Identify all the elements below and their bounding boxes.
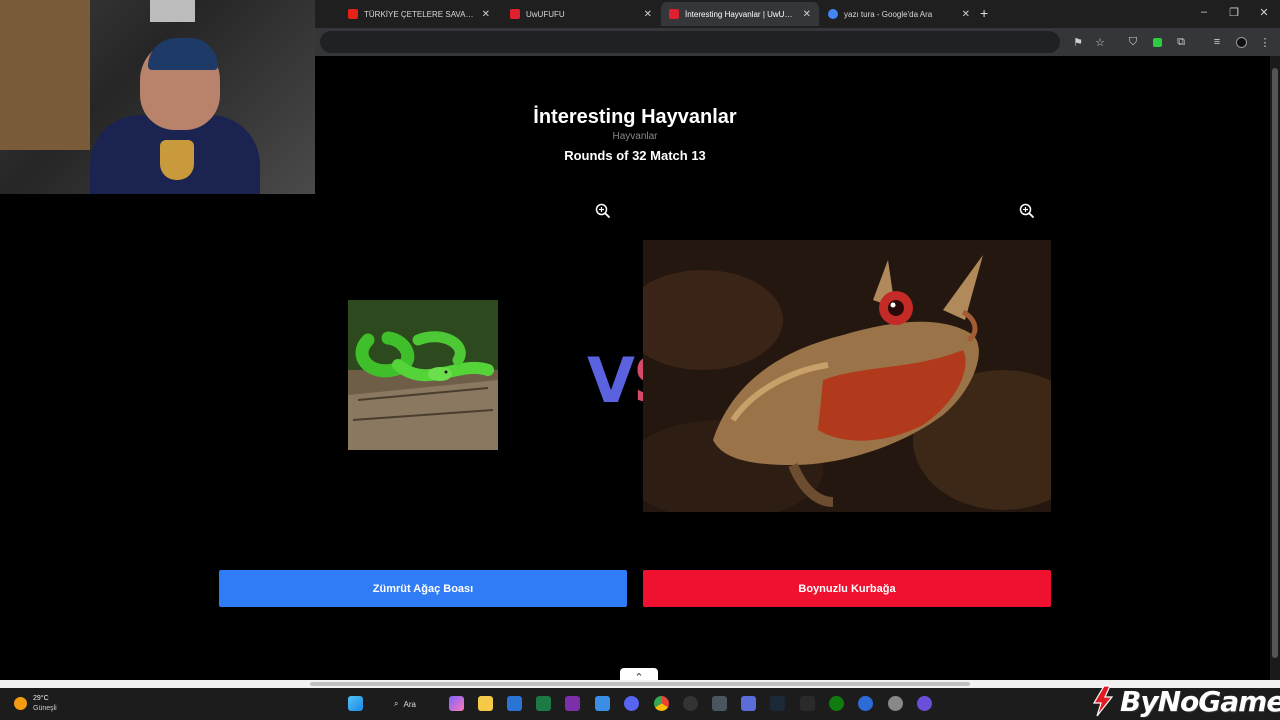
zoom-in-icon[interactable] bbox=[595, 203, 611, 219]
close-icon[interactable]: ✕ bbox=[1254, 6, 1274, 19]
extensions-puzzle-icon[interactable]: ⧉ bbox=[1174, 35, 1188, 49]
notepad-icon[interactable] bbox=[595, 696, 610, 711]
vertical-scrollbar[interactable] bbox=[1270, 56, 1280, 680]
tab-title: İnteresting Hayvanlar | UwUFUFU bbox=[685, 9, 797, 19]
browser-tab[interactable]: yazı tura - Google'da Ara ✕ bbox=[820, 2, 978, 26]
tab-close-icon[interactable]: ✕ bbox=[803, 9, 811, 20]
tab-title: TÜRKİYE ÇETELERE SAVAŞ AÇTI bbox=[364, 9, 476, 19]
media-control-icon[interactable]: ≡ bbox=[1210, 35, 1224, 49]
scrollbar-thumb[interactable] bbox=[310, 682, 970, 686]
translate-icon[interactable]: ⚑ bbox=[1071, 35, 1085, 49]
plus-icon[interactable]: + bbox=[980, 5, 988, 21]
zoom-in-icon[interactable] bbox=[1019, 203, 1035, 219]
bookmark-star-icon[interactable]: ☆ bbox=[1093, 35, 1107, 49]
tab-title: UwUFUFU bbox=[526, 9, 565, 19]
right-option-image[interactable] bbox=[643, 240, 1051, 512]
snake-image bbox=[348, 300, 498, 450]
sun-icon[interactable] bbox=[14, 697, 27, 710]
snipping-tool-icon[interactable] bbox=[741, 696, 756, 711]
shield-icon[interactable]: ⛉ bbox=[1126, 35, 1140, 49]
vs-v: V bbox=[587, 344, 635, 417]
browser-tab[interactable]: UwUFUFU ✕ bbox=[502, 2, 660, 26]
webcam-person-cap bbox=[148, 38, 218, 70]
screen: TÜRKİYE ÇETELERE SAVAŞ AÇTI ✕ UwUFUFU ✕ … bbox=[0, 0, 1280, 720]
tab-title: yazı tura - Google'da Ara bbox=[844, 9, 933, 19]
frog-image bbox=[643, 240, 1051, 512]
browser-tab[interactable]: TÜRKİYE ÇETELERE SAVAŞ AÇTI ✕ bbox=[340, 2, 498, 26]
restore-icon[interactable]: ❐ bbox=[1224, 6, 1244, 19]
windows-start-icon[interactable] bbox=[348, 696, 363, 711]
tab-close-icon[interactable]: ✕ bbox=[644, 9, 652, 20]
horizontal-scrollbar[interactable] bbox=[0, 680, 1280, 688]
address-bar[interactable] bbox=[320, 31, 1060, 53]
excel-icon[interactable] bbox=[536, 696, 551, 711]
google-favicon-icon bbox=[828, 9, 838, 19]
webcam-poster bbox=[150, 0, 195, 22]
app-icon[interactable] bbox=[888, 696, 903, 711]
calculator-icon[interactable] bbox=[712, 696, 727, 711]
windows-taskbar: 29°C Güneşli ⌕ Ara bbox=[0, 688, 1280, 720]
uwufufu-favicon-icon bbox=[510, 9, 520, 19]
choose-left-button[interactable]: Zümrüt Ağaç Boası bbox=[219, 570, 627, 607]
search-label: Ara bbox=[403, 699, 416, 709]
webcam-overlay bbox=[0, 0, 315, 194]
brand-logo-icon bbox=[1092, 685, 1114, 717]
search-icon: ⌕ bbox=[394, 699, 399, 708]
copilot-icon[interactable] bbox=[449, 696, 464, 711]
weather-description: Güneşli bbox=[33, 705, 57, 712]
choose-right-button[interactable]: Boynuzlu Kurbağa bbox=[643, 570, 1051, 607]
more-menu-icon[interactable]: ⋮ bbox=[1258, 35, 1272, 49]
cortana-icon[interactable] bbox=[917, 696, 932, 711]
left-option-image[interactable] bbox=[348, 300, 498, 450]
ea-app-icon[interactable] bbox=[858, 696, 873, 711]
extension-green-icon[interactable] bbox=[1150, 35, 1164, 49]
webcam-shirt-crest bbox=[160, 140, 194, 180]
steam-icon[interactable] bbox=[770, 696, 785, 711]
weather-temperature: 29°C bbox=[33, 695, 49, 702]
epic-games-icon[interactable] bbox=[800, 696, 815, 711]
discord-icon[interactable] bbox=[624, 696, 639, 711]
store-icon[interactable] bbox=[507, 696, 522, 711]
taskbar-search[interactable]: ⌕ Ara bbox=[384, 695, 436, 713]
webcam-background bbox=[0, 0, 90, 150]
youtube-favicon-icon bbox=[348, 9, 358, 19]
profile-avatar-icon[interactable] bbox=[1234, 35, 1248, 49]
chrome-icon[interactable] bbox=[654, 696, 669, 711]
browser-tab-active[interactable]: İnteresting Hayvanlar | UwUFUFU ✕ bbox=[661, 2, 819, 26]
tab-close-icon[interactable]: ✕ bbox=[482, 9, 490, 20]
xbox-icon[interactable] bbox=[829, 696, 844, 711]
brand-name: ByNoGame bbox=[1120, 684, 1280, 718]
onenote-icon[interactable] bbox=[565, 696, 580, 711]
obs-icon[interactable] bbox=[683, 696, 698, 711]
minimize-icon[interactable]: – bbox=[1194, 6, 1214, 18]
brand-watermark: ByNoGame bbox=[1090, 682, 1280, 720]
scrollbar-thumb[interactable] bbox=[1272, 68, 1278, 658]
uwufufu-favicon-icon bbox=[669, 9, 679, 19]
tab-close-icon[interactable]: ✕ bbox=[962, 9, 970, 20]
file-explorer-icon[interactable] bbox=[478, 696, 493, 711]
